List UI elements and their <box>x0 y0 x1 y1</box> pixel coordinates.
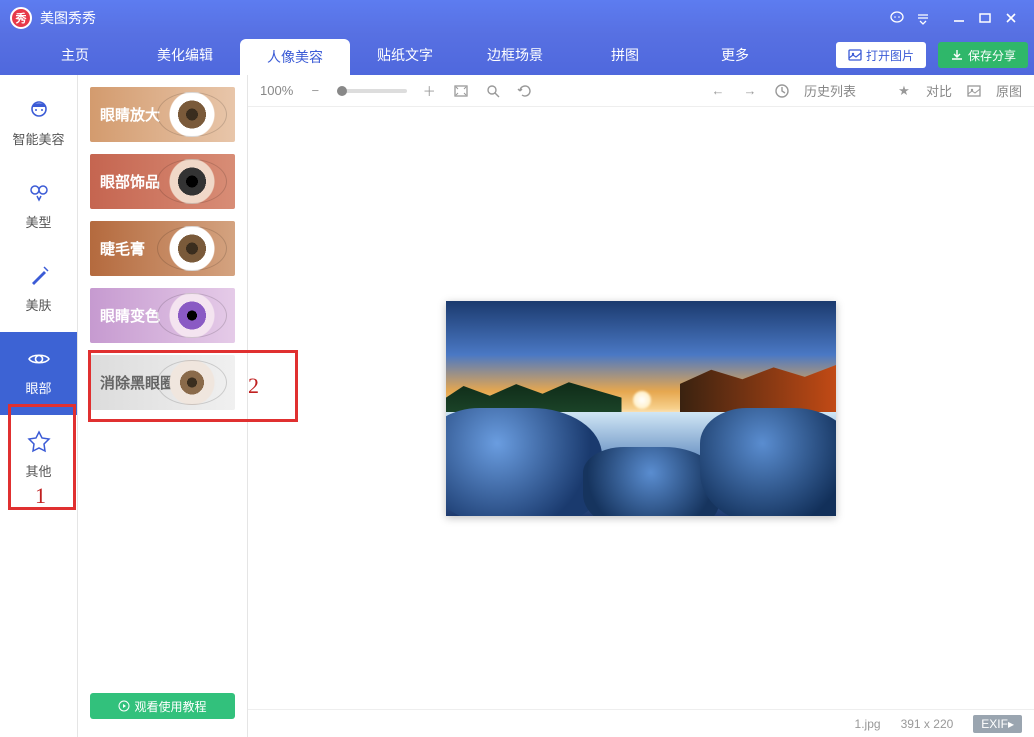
main-tabbar: 主页 美化编辑 人像美容 贴纸文字 边框场景 拼图 更多 打开图片 保存分享 <box>0 35 1034 75</box>
tab-beautify[interactable]: 美化编辑 <box>130 35 240 75</box>
sidebar-label: 美肤 <box>25 295 51 314</box>
save-share-label: 保存分享 <box>968 47 1016 64</box>
tab-more[interactable]: 更多 <box>680 35 790 75</box>
star-icon <box>26 429 52 455</box>
image-canvas[interactable] <box>248 107 1034 709</box>
menu-dropdown-icon[interactable] <box>910 5 936 31</box>
tool-eye-ornament[interactable]: 眼部饰品 <box>90 154 235 209</box>
maximize-button[interactable] <box>972 5 998 31</box>
chat-icon[interactable] <box>884 5 910 31</box>
compare-icon[interactable]: ★ <box>894 81 914 101</box>
tab-portrait[interactable]: 人像美容 <box>240 39 350 75</box>
canvas-area: 100% − ＋ ← → 历史列表 ★ 对比 原图 <box>248 75 1034 737</box>
zoom-value: 100% <box>260 83 293 98</box>
sub-tool-panel: 眼睛放大 眼部饰品 睫毛膏 眼睛变色 消除黑眼圈 观看使用教程 <box>78 75 248 737</box>
status-filename: 1.jpg <box>855 717 881 731</box>
sidebar-item-other[interactable]: 其他 <box>0 415 77 498</box>
tool-label: 眼睛放大 <box>100 104 160 125</box>
sidebar-item-smart-beauty[interactable]: 智能美容 <box>0 83 77 166</box>
original-icon[interactable] <box>964 81 984 101</box>
canvas-toolbar: 100% − ＋ ← → 历史列表 ★ 对比 原图 <box>248 75 1034 107</box>
original-label[interactable]: 原图 <box>996 81 1022 100</box>
sidebar-label: 其他 <box>25 461 51 480</box>
shape-icon <box>26 180 52 206</box>
zoom-slider[interactable] <box>337 89 407 93</box>
sidebar-label: 智能美容 <box>12 129 64 148</box>
titlebar: 秀 美图秀秀 <box>0 0 1034 35</box>
app-window: 秀 美图秀秀 主页 美化编辑 人像美容 贴纸文字 边框场景 拼图 更多 打开图片 <box>0 0 1034 737</box>
tutorial-label: 观看使用教程 <box>134 698 206 715</box>
fit-button[interactable] <box>451 81 471 101</box>
tool-label: 睫毛膏 <box>100 238 145 259</box>
tool-eye-color[interactable]: 眼睛变色 <box>90 288 235 343</box>
exif-button[interactable]: EXIF▸ <box>973 715 1022 733</box>
tool-label: 眼部饰品 <box>100 171 160 192</box>
compare-label[interactable]: 对比 <box>926 81 952 100</box>
status-dimensions: 391 x 220 <box>901 717 954 731</box>
magnifier-button[interactable] <box>483 81 503 101</box>
open-image-button[interactable]: 打开图片 <box>836 42 926 68</box>
status-bar: 1.jpg 391 x 220 EXIF▸ <box>248 709 1034 737</box>
sidebar-item-skin[interactable]: 美肤 <box>0 249 77 332</box>
tool-label: 眼睛变色 <box>100 305 160 326</box>
history-icon[interactable] <box>772 81 792 101</box>
sidebar-label: 眼部 <box>25 378 51 397</box>
save-share-button[interactable]: 保存分享 <box>938 42 1028 68</box>
eye-icon <box>26 346 52 372</box>
refresh-button[interactable] <box>515 81 535 101</box>
sidebar-item-shape[interactable]: 美型 <box>0 166 77 249</box>
skin-icon <box>26 263 52 289</box>
close-button[interactable] <box>998 5 1024 31</box>
category-sidebar: 智能美容 美型 美肤 眼部 <box>0 75 78 737</box>
sidebar-label: 美型 <box>25 212 51 231</box>
tab-home[interactable]: 主页 <box>20 35 130 75</box>
sidebar-item-eyes[interactable]: 眼部 <box>0 332 77 415</box>
tool-remove-dark-circle[interactable]: 消除黑眼圈 <box>90 355 235 410</box>
play-icon <box>118 700 130 712</box>
tab-frame[interactable]: 边框场景 <box>460 35 570 75</box>
minimize-button[interactable] <box>946 5 972 31</box>
app-name: 美图秀秀 <box>40 8 96 28</box>
tool-mascara[interactable]: 睫毛膏 <box>90 221 235 276</box>
open-image-label: 打开图片 <box>866 47 914 64</box>
zoom-in-button[interactable]: ＋ <box>419 81 439 101</box>
tutorial-button[interactable]: 观看使用教程 <box>90 693 235 719</box>
app-logo-icon: 秀 <box>10 7 32 29</box>
redo-button[interactable]: → <box>740 81 760 101</box>
history-label[interactable]: 历史列表 <box>804 81 856 100</box>
smart-beauty-icon <box>26 97 52 123</box>
tool-eye-enlarge[interactable]: 眼睛放大 <box>90 87 235 142</box>
displayed-image <box>446 301 836 516</box>
tab-collage[interactable]: 拼图 <box>570 35 680 75</box>
undo-button[interactable]: ← <box>708 81 728 101</box>
app-body: 智能美容 美型 美肤 眼部 <box>0 75 1034 737</box>
tab-sticker[interactable]: 贴纸文字 <box>350 35 460 75</box>
zoom-out-button[interactable]: − <box>305 81 325 101</box>
